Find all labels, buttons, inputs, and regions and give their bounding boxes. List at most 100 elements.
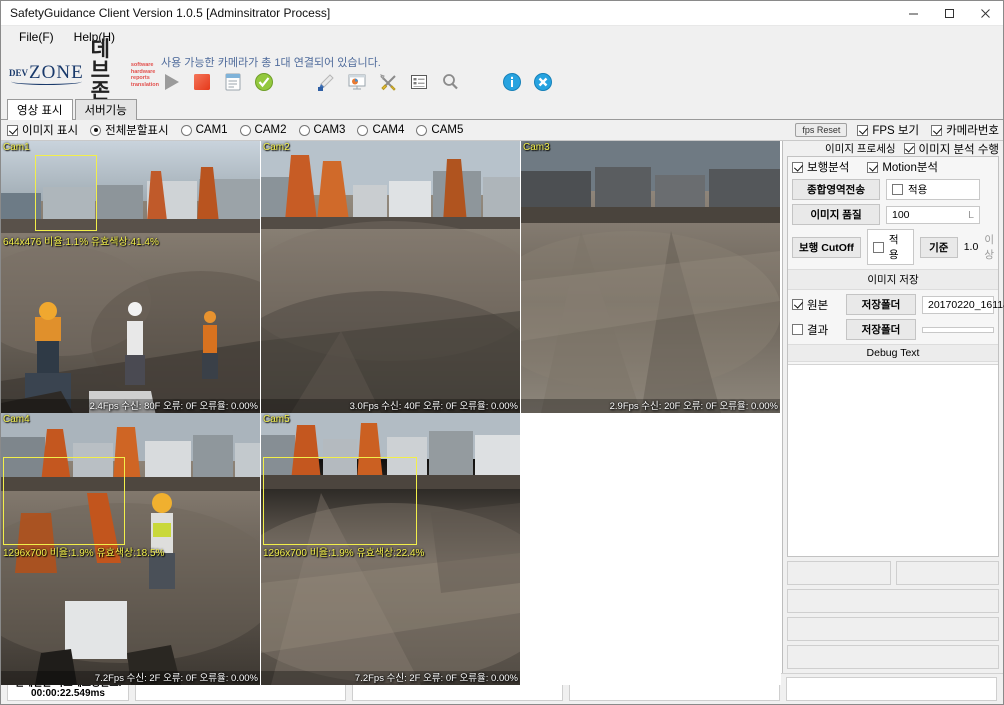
toolbar: DEV ZONE 데브존 HI Technique Zone software … (1, 39, 1003, 109)
camera-cell-cam4[interactable]: Cam4 1296x700 비율:1.9% 유효색상:18.5% 7.2Fps … (1, 413, 261, 685)
camera-label-cam4: Cam4 (3, 414, 30, 425)
camera-grid: Cam1 644x476 비율:1.1% 유효색상:41.4% 2.4Fps 수… (1, 141, 782, 685)
logo-devzone: DEV ZONE (9, 63, 84, 85)
radio-icon (180, 124, 192, 136)
detection-box-cam5 (263, 457, 417, 545)
save-result-row: 결과 저장폴더 (788, 317, 998, 342)
threshold-button[interactable]: 기준 (919, 236, 958, 258)
fps-reset-button[interactable]: fps Reset (795, 123, 848, 137)
radio-label-cam5: CAM5 (431, 124, 464, 136)
camera-stats-cam1: 2.4Fps 수신: 80F 오류: 0F 오류율: 0.00% (89, 401, 258, 412)
panel-bottom-controls (783, 557, 1003, 673)
threshold-value: 1.0 (963, 241, 979, 253)
camera-label-cam1: Cam1 (3, 142, 30, 153)
status-main-line2: 00:00:22.549ms (31, 688, 105, 699)
radio-option-cam5[interactable]: CAM5 (416, 124, 463, 136)
close-button[interactable] (967, 1, 1003, 25)
save-result-checkbox[interactable]: 결과 (792, 322, 840, 338)
panel-blank-field-3[interactable] (787, 645, 999, 669)
image-save-section-header: 이미지 저장 (788, 269, 998, 290)
image-display-checkbox[interactable]: 이미지 표시 (7, 122, 78, 138)
save-original-row: 원본 저장폴더 20170220_161140 (788, 292, 1004, 317)
maximize-button[interactable] (931, 1, 967, 25)
application-window: SafetyGuidance Client Version 1.0.5 [Adm… (0, 0, 1004, 705)
camera-cell-cam1[interactable]: Cam1 644x476 비율:1.1% 유효색상:41.4% 2.4Fps 수… (1, 141, 261, 413)
processing-options-box: 보행분석 Motion분석 종합영역전송 적용 이미지 품질 100 L 보행 … (787, 156, 1004, 557)
checkbox-icon (7, 124, 18, 136)
radio-option-cam3[interactable]: CAM3 (298, 124, 346, 136)
options-right-group: fps Reset FPS 보기 카메라번호 (795, 122, 1003, 138)
camera-stats-cam4: 7.2Fps 수신: 2F 오류: 0F 오류율: 0.00% (94, 673, 258, 684)
fps-view-checkbox[interactable]: FPS 보기 (857, 122, 919, 138)
walk-analysis-checkbox[interactable]: 보행분석 (792, 159, 849, 175)
analysis-toggles-row: 보행분석 Motion분석 (788, 157, 998, 177)
logo-services: software hardware reports translation (131, 60, 159, 88)
details-list-icon[interactable] (405, 68, 433, 96)
motion-analysis-checkbox[interactable]: Motion분석 (867, 159, 938, 175)
debug-text-area[interactable] (788, 364, 998, 556)
panel-blank-button-1[interactable] (787, 561, 891, 585)
minimize-button[interactable] (895, 1, 931, 25)
play-icon[interactable] (157, 68, 185, 96)
panel-blank-field-1[interactable] (787, 589, 999, 613)
camera-stats-cam5: 7.2Fps 수신: 2F 오류: 0F 오류율: 0.00% (354, 673, 518, 684)
region-transfer-apply-field[interactable]: 적용 (886, 179, 980, 200)
radio-option-cam1[interactable]: CAM1 (180, 124, 228, 136)
region-transfer-apply-label: 적용 (908, 184, 928, 196)
walk-cutoff-button[interactable]: 보행 CutOff (792, 236, 861, 258)
walk-analysis-label: 보행분석 (807, 162, 850, 174)
save-result-folder-value[interactable] (922, 326, 994, 333)
save-original-checkbox[interactable]: 원본 (792, 297, 840, 313)
main-body: Cam1 644x476 비율:1.1% 유효색상:41.4% 2.4Fps 수… (1, 141, 1004, 685)
radio-option-all-split[interactable]: 전체분할표시 (90, 122, 169, 138)
tools-icon[interactable] (374, 68, 402, 96)
camera-analysis-cam1: 644x476 비율:1.1% 유효색상:41.4% (3, 237, 159, 248)
stop-icon[interactable] (188, 68, 216, 96)
camera-stats-cam2: 3.0Fps 수신: 40F 오류: 0F 오류율: 0.00% (349, 401, 518, 412)
toolbar-icons (157, 68, 557, 96)
camera-cell-cam5[interactable]: Cam5 1296x700 비율:1.9% 유효색상:22.4% 7.2Fps … (261, 413, 521, 685)
paint-brush-icon[interactable] (312, 68, 340, 96)
camera-cell-cam2[interactable]: Cam2 3.0Fps 수신: 40F 오류: 0F 오류율: 0.00% (261, 141, 521, 413)
radio-icon (298, 124, 310, 136)
logo-service-translation: translation (130, 81, 159, 88)
image-quality-field[interactable]: 100 L (886, 205, 980, 224)
tab-server-function[interactable]: 서버기능 (74, 99, 137, 120)
title-bar: SafetyGuidance Client Version 1.0.5 [Adm… (1, 1, 1003, 26)
checkbox-icon (892, 184, 903, 195)
camera-number-checkbox[interactable]: 카메라번호 (931, 122, 999, 138)
walk-cutoff-apply-field[interactable]: 적용 (866, 229, 914, 265)
image-quality-button[interactable]: 이미지 품질 (792, 204, 880, 225)
radio-icon (239, 124, 251, 136)
window-title: SafetyGuidance Client Version 1.0.5 [Adm… (10, 6, 331, 20)
fps-view-label: FPS 보기 (872, 125, 920, 137)
panel-blank-field-2[interactable] (787, 617, 999, 641)
radio-label-cam1: CAM1 (195, 124, 228, 136)
search-icon[interactable] (436, 68, 464, 96)
tab-video-display[interactable]: 영상 표시 (7, 99, 73, 120)
radio-label-cam3: CAM3 (313, 124, 346, 136)
camera-analysis-cam5: 1296x700 비율:1.9% 유효색상:22.4% (263, 548, 425, 559)
image-analysis-exec-checkbox[interactable]: 이미지 분석 수행 (903, 141, 999, 157)
checkbox-icon (931, 124, 943, 136)
presentation-icon[interactable] (343, 68, 371, 96)
camera-number-label: 카메라번호 (946, 125, 999, 137)
right-panel: 이미지 프로세싱 이미지 분석 수행 보행분석 Motion분석 종합영역전송 … (783, 141, 1004, 673)
panel-header: 이미지 프로세싱 이미지 분석 수행 (783, 141, 1003, 156)
save-result-folder-button[interactable]: 저장폴더 (846, 319, 916, 340)
save-original-folder-button[interactable]: 저장폴더 (846, 294, 916, 315)
radio-option-cam4[interactable]: CAM4 (357, 124, 404, 136)
panel-blank-button-2[interactable] (895, 561, 999, 585)
radio-option-cam2[interactable]: CAM2 (239, 124, 287, 136)
close-circle-icon[interactable] (529, 68, 557, 96)
logo-dev-text: DEV (9, 68, 29, 78)
camera-cell-cam3[interactable]: 2.9Fps 수신: 20F 오류: 0F 오류율: 0.00% Cam3 (521, 141, 781, 413)
info-icon[interactable] (498, 68, 526, 96)
camera-options-row: 이미지 표시 전체분할표시 CAM1 CAM2 CAM3 CAM4 CAM5 f… (1, 120, 1003, 141)
detection-box-cam4 (3, 457, 125, 545)
region-transfer-button[interactable]: 종합영역전송 (792, 179, 880, 200)
document-list-icon[interactable] (219, 68, 247, 96)
check-circle-icon[interactable] (250, 68, 278, 96)
save-original-folder-value[interactable]: 20170220_161140 (922, 295, 1004, 314)
checkbox-icon (903, 143, 915, 154)
